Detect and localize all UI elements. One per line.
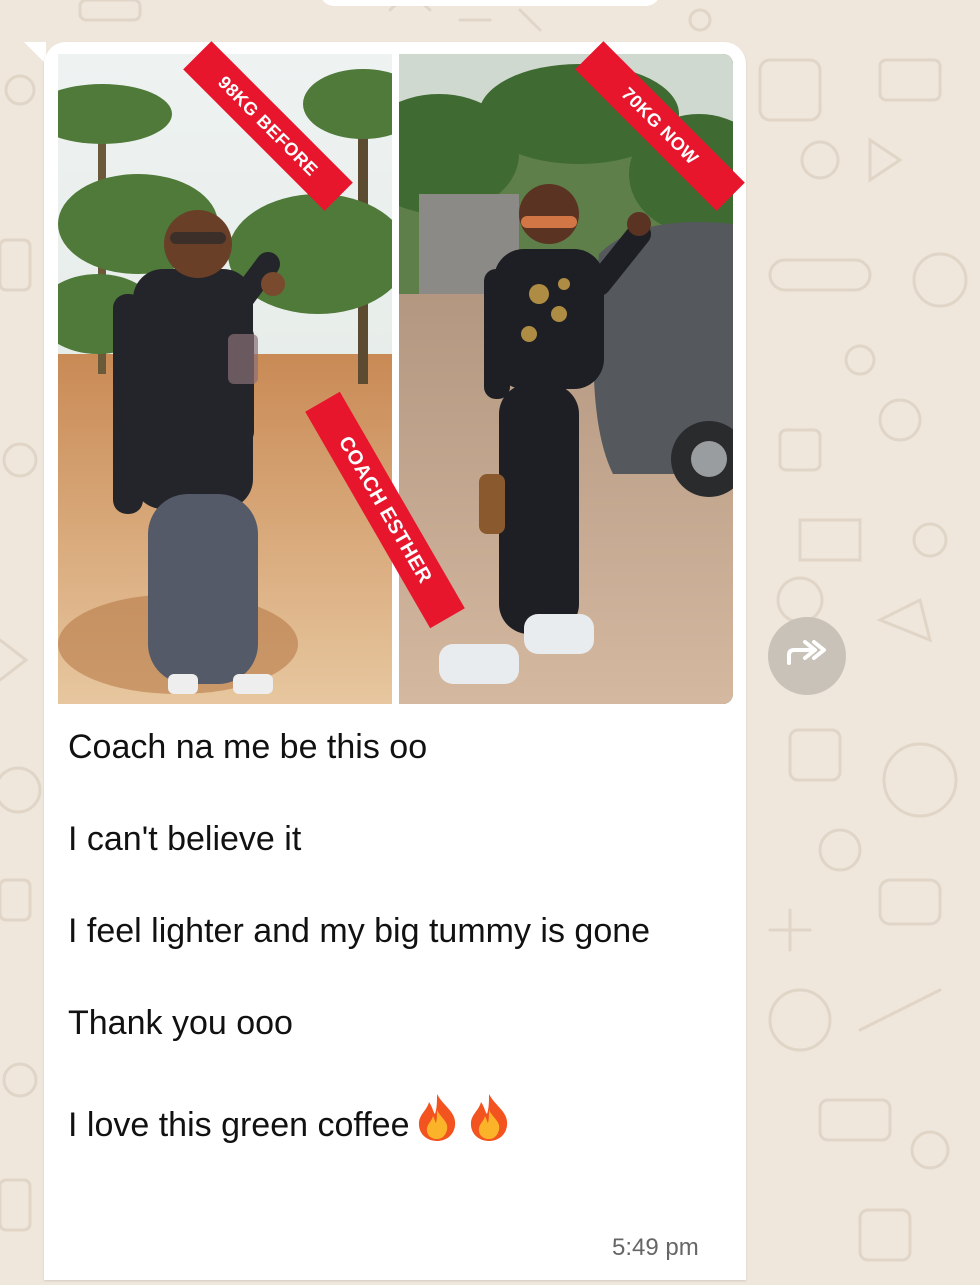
message-text: Coach na me be this oo I can't believe i…	[68, 724, 688, 1200]
message-line-with-emoji: I love this green coffee	[68, 1092, 688, 1154]
bubble-tail	[24, 42, 46, 64]
message-line: I feel lighter and my big tummy is gone	[68, 912, 651, 950]
forward-icon	[785, 639, 829, 674]
fire-icon	[465, 1092, 513, 1154]
fire-icon	[413, 1092, 461, 1154]
message-line: I can't believe it	[68, 820, 302, 858]
message-line: I love this green coffee	[68, 1106, 410, 1144]
message-timestamp: 5:49 pm	[612, 1234, 699, 1261]
message-line: Thank you ooo	[68, 1004, 293, 1042]
previous-message-bubble	[320, 0, 660, 6]
message-line: Coach na me be this oo	[68, 728, 428, 766]
forward-button[interactable]	[768, 617, 846, 695]
before-photo[interactable]	[58, 54, 392, 704]
